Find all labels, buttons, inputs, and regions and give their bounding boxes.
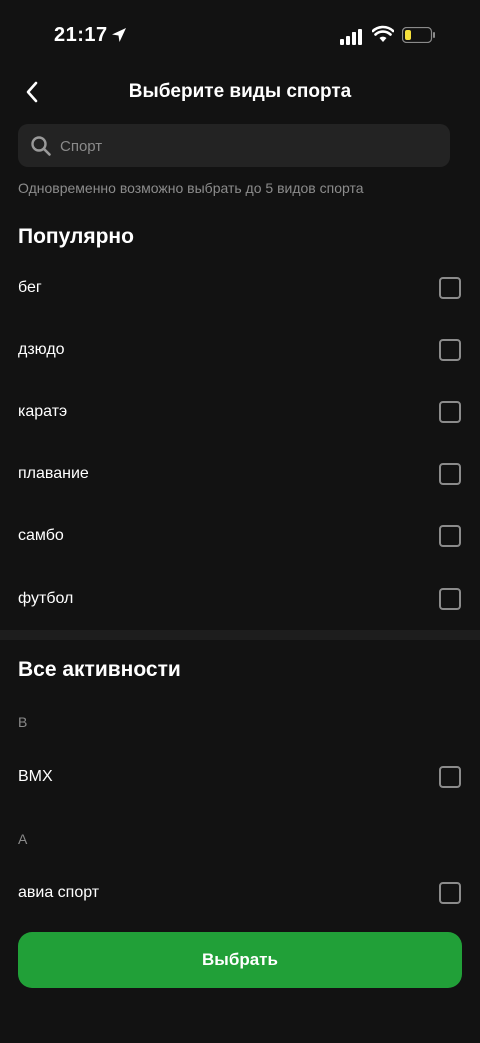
search-icon: [31, 136, 51, 156]
sport-checkbox[interactable]: [439, 588, 461, 610]
sport-row-bmx[interactable]: BMX: [0, 746, 480, 808]
selection-hint: Одновременно возможно выбрать до 5 видов…: [18, 180, 364, 196]
sport-row-football[interactable]: футбол: [0, 568, 480, 630]
sport-checkbox[interactable]: [439, 401, 461, 423]
select-button-label: Выбрать: [202, 950, 278, 969]
sport-row-swimming[interactable]: плавание: [0, 443, 480, 505]
sport-row-karate[interactable]: каратэ: [0, 381, 480, 443]
group-letter: B: [18, 714, 28, 730]
sport-checkbox[interactable]: [439, 463, 461, 485]
battery-icon: [402, 27, 435, 43]
search-input[interactable]: [58, 124, 442, 169]
sport-checkbox[interactable]: [439, 882, 461, 904]
wifi-icon: [372, 25, 394, 42]
sport-label: самбо: [18, 527, 64, 544]
sport-label: BMX: [18, 768, 53, 785]
section-divider: [0, 630, 480, 640]
sport-checkbox[interactable]: [439, 277, 461, 299]
sport-label: футбол: [18, 590, 74, 607]
sport-label: авиа спорт: [18, 884, 100, 901]
group-letter: А: [18, 831, 28, 847]
sport-label: каратэ: [18, 403, 68, 420]
search-bar[interactable]: [18, 124, 450, 169]
sport-row-aviasport[interactable]: авиа спорт: [0, 862, 480, 924]
sport-checkbox[interactable]: [439, 766, 461, 788]
select-button[interactable]: Выбрать: [18, 932, 462, 988]
header: Выберите виды спорта: [0, 70, 480, 114]
location-arrow-icon: [112, 28, 126, 42]
sport-label: плавание: [18, 465, 89, 482]
status-bar: 21:17: [0, 0, 480, 70]
popular-section-title: Популярно: [18, 225, 134, 248]
sport-row-sambo[interactable]: самбо: [0, 505, 480, 567]
page-title: Выберите виды спорта: [128, 81, 352, 102]
sport-checkbox[interactable]: [439, 525, 461, 547]
sport-label: бег: [18, 279, 42, 296]
cellular-signal-icon: [340, 29, 362, 45]
sport-row-beg[interactable]: бег: [0, 257, 480, 319]
all-activities-section-title: Все активности: [18, 658, 181, 681]
sport-label: дзюдо: [18, 341, 65, 358]
status-time: 21:17: [54, 24, 108, 46]
sport-row-judo[interactable]: дзюдо: [0, 319, 480, 381]
sport-checkbox[interactable]: [439, 339, 461, 361]
